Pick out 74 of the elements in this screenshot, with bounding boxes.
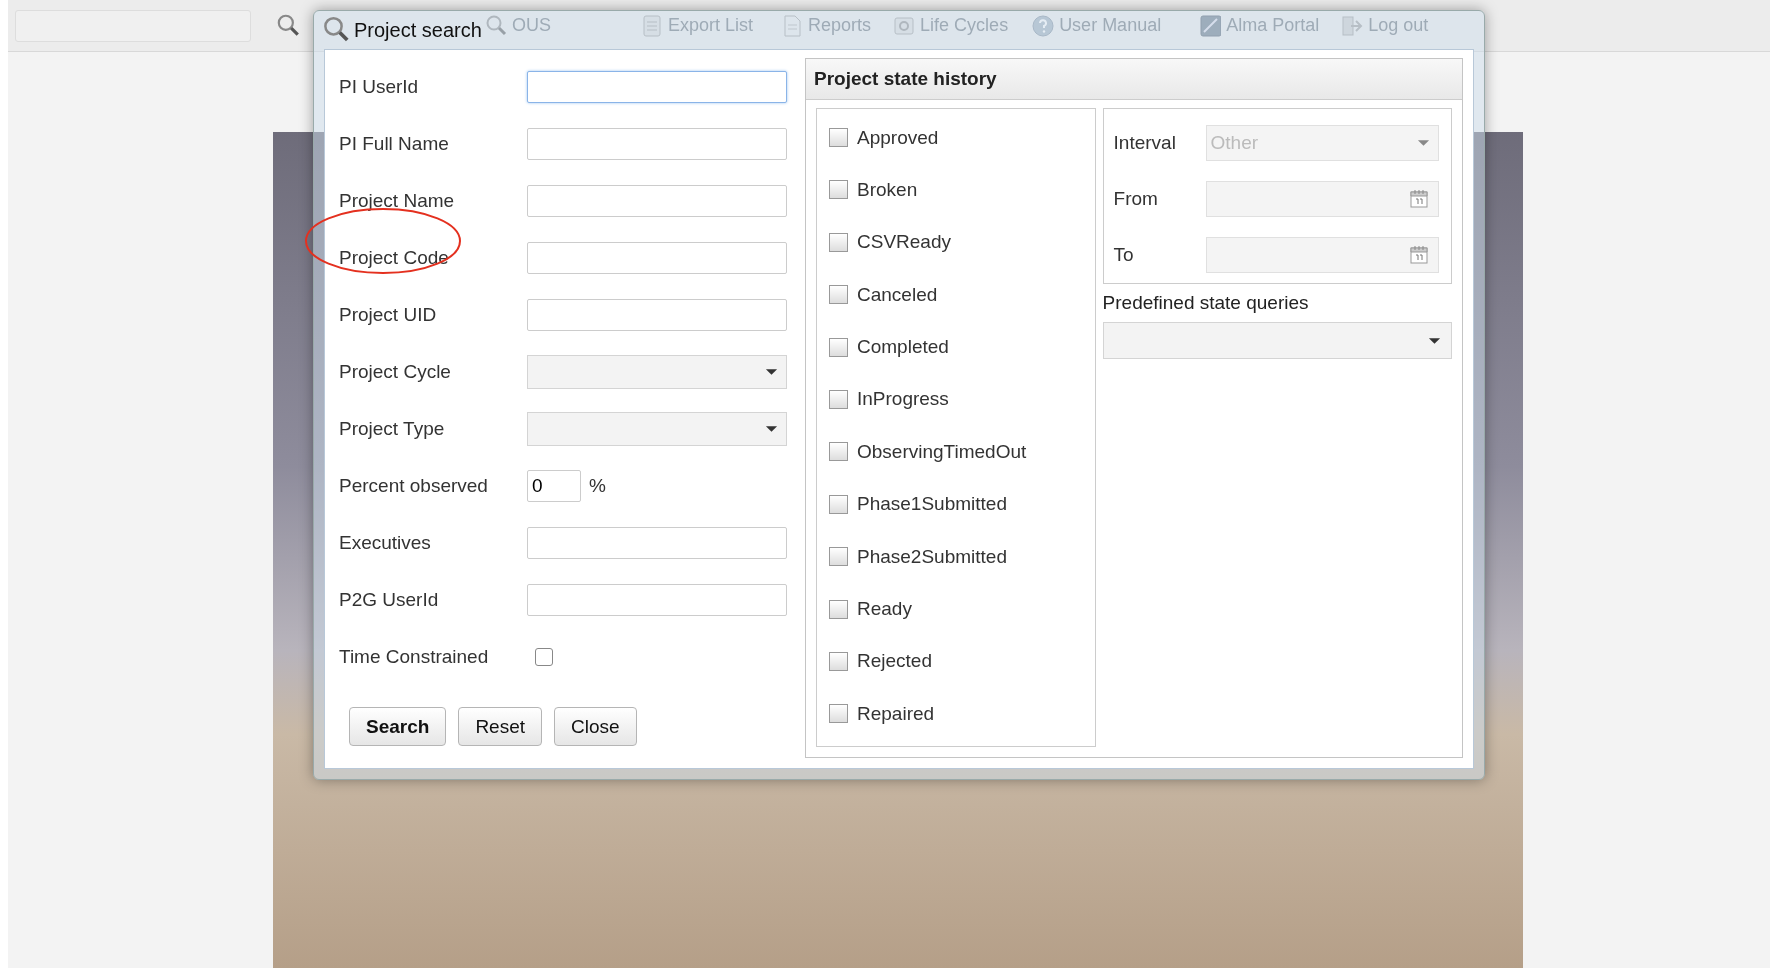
state-label: Repaired (857, 702, 935, 725)
caret-icon (765, 424, 778, 433)
field-label: P2G UserId (339, 588, 440, 611)
list-icon (641, 13, 663, 38)
field-label: From (1113, 188, 1159, 211)
caret-icon (765, 367, 778, 376)
state-label: InProgress (857, 388, 949, 411)
dialog-title: Project search (354, 18, 482, 42)
text-field[interactable] (527, 583, 787, 616)
field-label: Project Type (339, 417, 446, 440)
checkbox[interactable] (829, 389, 848, 409)
state-label: Ready (857, 598, 912, 620)
state-label: Broken (857, 178, 918, 201)
toolbar-button[interactable]: User Manual (1032, 13, 1162, 38)
field-label: Project Name (339, 189, 456, 212)
text-field[interactable] (527, 127, 787, 160)
state-label: Phase2Submitted (857, 545, 1007, 568)
toolbar-button[interactable]: Log out (1341, 13, 1429, 38)
percent-field[interactable]: 0 (527, 469, 581, 502)
checkbox[interactable] (535, 647, 553, 666)
search-icon[interactable] (276, 12, 300, 39)
field-label: PI UserId (339, 75, 420, 98)
checkbox[interactable] (829, 128, 848, 147)
dropdown[interactable] (527, 354, 787, 389)
state-label: Rejected (857, 650, 932, 673)
state-label: Approved (857, 126, 939, 149)
state-label: Phase1Submitted (857, 493, 1007, 516)
dropdown[interactable] (1102, 322, 1452, 360)
logout-icon (1341, 13, 1364, 38)
help-icon (1032, 13, 1055, 38)
checkbox[interactable] (829, 494, 848, 514)
toolbar-button[interactable]: Alma Portal (1199, 13, 1320, 38)
toolbar-button[interactable]: OUS (485, 13, 551, 38)
field-label: Time Constrained (339, 645, 490, 668)
text-field[interactable] (527, 298, 787, 331)
state-label: Canceled (857, 283, 938, 306)
field-label: Project UID (339, 303, 438, 326)
toolbar-button[interactable]: Export List (641, 13, 754, 38)
checkbox[interactable] (829, 337, 848, 357)
dropdown[interactable] (527, 411, 787, 446)
search-icon (485, 13, 507, 38)
dialog-button[interactable]: Search (349, 707, 447, 747)
checkbox[interactable] (829, 442, 848, 462)
state-label: ObservingTimedOut (857, 440, 1027, 463)
toolbar-button[interactable]: Reports (781, 13, 872, 38)
dialog-button[interactable]: Close (554, 707, 637, 747)
text-field[interactable] (527, 70, 787, 103)
checkbox[interactable] (829, 599, 848, 619)
field-label: Interval (1113, 132, 1177, 155)
checkbox[interactable] (829, 704, 848, 724)
caret-icon (1416, 139, 1430, 148)
checkbox[interactable] (829, 180, 848, 200)
state-label: Completed (857, 336, 949, 359)
field-label: Predefined state queries (1102, 292, 1310, 315)
caret-icon (1428, 336, 1441, 345)
field-label: Executives (339, 531, 432, 554)
unit-label: % (589, 474, 606, 497)
text-field[interactable] (527, 526, 787, 559)
checkbox[interactable] (829, 232, 848, 252)
panel-title: Project state history (806, 59, 1462, 101)
checkbox[interactable] (829, 651, 848, 671)
toolbar-button[interactable]: Life Cycles (893, 13, 1009, 38)
text-field[interactable] (527, 241, 787, 274)
dialog-button[interactable]: Reset (458, 707, 542, 747)
field-label: Project Cycle (339, 360, 452, 383)
field-label: To (1113, 244, 1135, 267)
field-label: Project Code (339, 246, 527, 269)
text-field[interactable] (527, 184, 787, 217)
state-label: CSVReady (857, 231, 951, 254)
checkbox[interactable] (829, 547, 848, 567)
document-icon (781, 13, 804, 38)
field-label: Percent observed (339, 474, 489, 497)
field-label: PI Full Name (339, 132, 450, 155)
checkbox[interactable] (829, 285, 848, 305)
